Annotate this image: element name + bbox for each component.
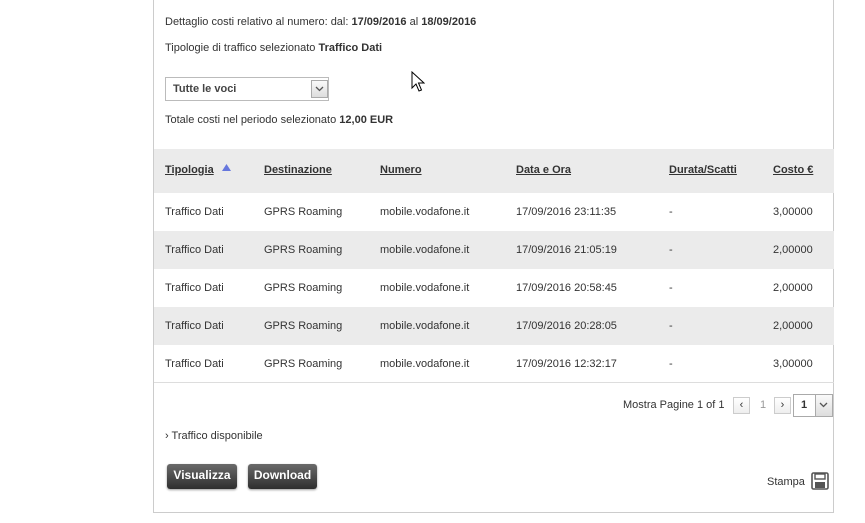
table-row: Traffico Dati GPRS Roaming mobile.vodafo… <box>154 307 834 345</box>
detail-range-line: Dettaglio costi relativo al numero: dal:… <box>165 16 476 28</box>
cell-costo: 3,00000 <box>773 206 813 218</box>
col-tipologia[interactable]: Tipologia <box>165 164 214 176</box>
cell-tipologia: Traffico Dati <box>165 282 224 294</box>
page-select-value: 1 <box>801 399 808 411</box>
cell-tipologia: Traffico Dati <box>165 206 224 218</box>
col-costo[interactable]: Costo € <box>773 164 813 176</box>
total-value: 12,00 EUR <box>339 114 394 126</box>
chevron-right-icon: › <box>165 430 169 442</box>
cell-durata: - <box>669 282 673 294</box>
table-header: Tipologia Destinazione Numero Data e Ora… <box>154 149 834 193</box>
col-destinazione[interactable]: Destinazione <box>264 164 332 176</box>
cell-destinazione: GPRS Roaming <box>264 244 343 256</box>
page-select[interactable]: 1 <box>793 394 833 417</box>
cell-numero: mobile.vodafone.it <box>380 320 470 332</box>
cell-destinazione: GPRS Roaming <box>264 358 343 370</box>
cell-data-ora: 17/09/2016 21:05:19 <box>516 244 617 256</box>
download-button[interactable]: Download <box>248 464 317 489</box>
table-bottom-divider <box>154 382 834 383</box>
chevron-down-icon[interactable] <box>311 80 328 98</box>
cell-durata: - <box>669 244 673 256</box>
traffic-available-label: Traffico disponibile <box>171 430 263 442</box>
cell-destinazione: GPRS Roaming <box>264 282 343 294</box>
cell-costo: 2,00000 <box>773 282 813 294</box>
detail-prefix: Dettaglio costi relativo al numero: dal: <box>165 16 349 28</box>
date-from: 17/09/2016 <box>351 16 407 28</box>
cell-data-ora: 17/09/2016 20:28:05 <box>516 320 617 332</box>
cell-data-ora: 17/09/2016 12:32:17 <box>516 358 617 370</box>
cell-costo: 2,00000 <box>773 244 813 256</box>
filter-select-value: Tutte le voci <box>173 83 237 95</box>
traffic-type-prefix: Tipologie di traffico selezionato <box>165 42 316 54</box>
cell-numero: mobile.vodafone.it <box>380 358 470 370</box>
printer-icon[interactable] <box>811 472 829 493</box>
traffic-type-value: Traffico Dati <box>318 42 383 54</box>
cell-costo: 3,00000 <box>773 358 813 370</box>
cell-destinazione: GPRS Roaming <box>264 320 343 332</box>
pager-next-button[interactable]: › <box>774 397 791 414</box>
cell-numero: mobile.vodafone.it <box>380 244 470 256</box>
cost-detail-panel: Dettaglio costi relativo al numero: dal:… <box>153 0 834 513</box>
cell-numero: mobile.vodafone.it <box>380 282 470 294</box>
col-numero[interactable]: Numero <box>380 164 422 176</box>
table-row: Traffico Dati GPRS Roaming mobile.vodafo… <box>154 269 834 307</box>
cell-data-ora: 17/09/2016 20:58:45 <box>516 282 617 294</box>
cell-numero: mobile.vodafone.it <box>380 206 470 218</box>
cell-tipologia: Traffico Dati <box>165 244 224 256</box>
cell-tipologia: Traffico Dati <box>165 320 224 332</box>
filter-select[interactable]: Tutte le voci <box>165 77 329 101</box>
traffic-type-line: Tipologie di traffico selezionato Traffi… <box>165 42 382 54</box>
cell-durata: - <box>669 358 673 370</box>
date-to: 18/09/2016 <box>421 16 477 28</box>
total-line: Totale costi nel periodo selezionato 12,… <box>165 114 393 126</box>
table-row: Traffico Dati GPRS Roaming mobile.vodafo… <box>154 345 834 383</box>
mouse-pointer-icon <box>411 70 426 96</box>
cell-durata: - <box>669 206 673 218</box>
cell-tipologia: Traffico Dati <box>165 358 224 370</box>
chevron-down-icon[interactable] <box>815 395 832 416</box>
print-label[interactable]: Stampa <box>767 476 805 488</box>
sort-ascending-icon[interactable] <box>222 162 231 174</box>
total-prefix: Totale costi nel periodo selezionato <box>165 114 337 126</box>
cell-data-ora: 17/09/2016 23:11:35 <box>516 206 617 218</box>
col-data-ora[interactable]: Data e Ora <box>516 164 571 176</box>
cell-durata: - <box>669 320 673 332</box>
table-row: Traffico Dati GPRS Roaming mobile.vodafo… <box>154 193 834 231</box>
pager-prev-button[interactable]: ‹ <box>733 397 750 414</box>
cell-destinazione: GPRS Roaming <box>264 206 343 218</box>
view-button[interactable]: Visualizza <box>167 464 237 489</box>
table-row: Traffico Dati GPRS Roaming mobile.vodafo… <box>154 231 834 269</box>
date-separator: al <box>409 16 419 28</box>
traffic-available-link[interactable]: › Traffico disponibile <box>165 430 263 442</box>
pager-label: Mostra Pagine 1 of 1 <box>623 399 725 411</box>
pager-current-page: 1 <box>760 399 767 411</box>
col-durata[interactable]: Durata/Scatti <box>669 164 737 176</box>
cell-costo: 2,00000 <box>773 320 813 332</box>
